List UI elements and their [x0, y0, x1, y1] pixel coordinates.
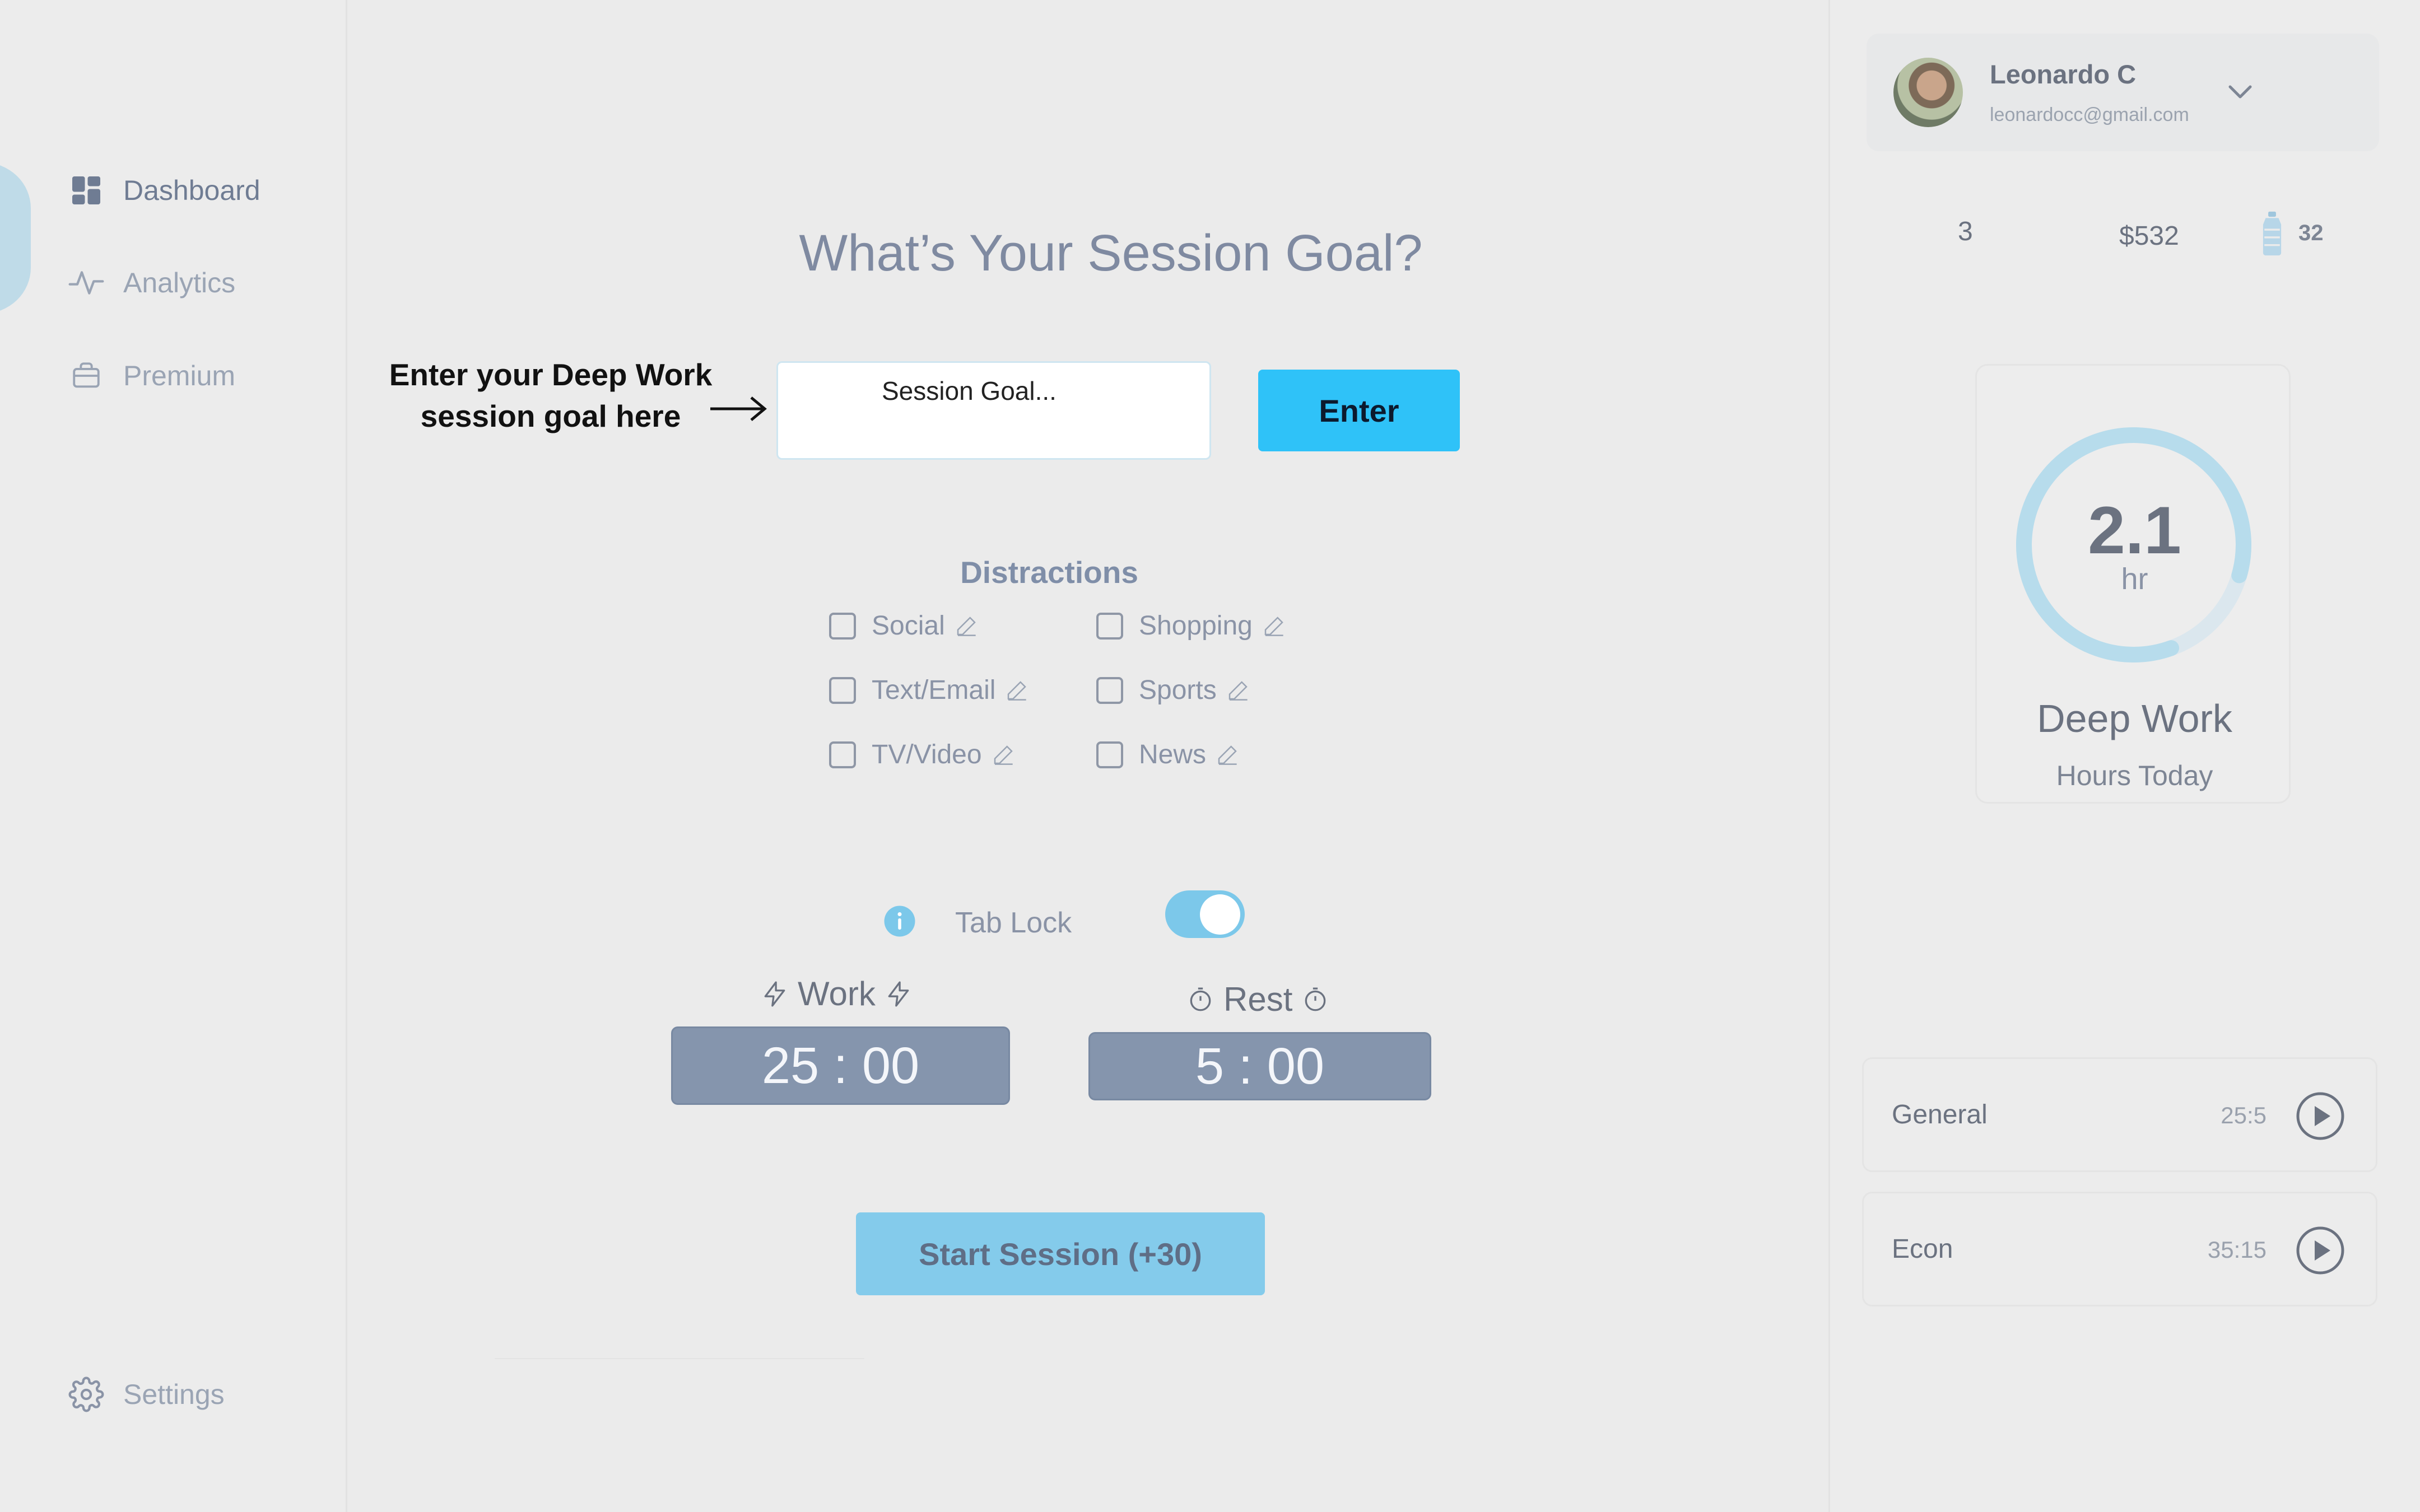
money-balance: $532: [2119, 221, 2179, 251]
distraction-label: Sports: [1139, 675, 1217, 705]
deep-work-value: 2.1: [2088, 493, 2181, 568]
user-name: Leonardo C: [1990, 59, 2137, 89]
rest-label-text: Rest: [1223, 981, 1293, 1018]
sidebar-item-settings[interactable]: Settings: [68, 1375, 225, 1414]
deep-work-card: 2.1 hr Deep Work Hours Today: [1975, 364, 2291, 804]
chevron-down-icon[interactable]: [2224, 81, 2256, 104]
sidebar-item-label: Dashboard: [123, 175, 260, 206]
distractions-title: Distractions: [960, 555, 1138, 590]
distraction-social[interactable]: Social: [829, 610, 978, 641]
sidebar: Dashboard Analytics Premium Settings: [0, 0, 347, 1512]
distraction-label: Social: [872, 611, 945, 641]
session-time: 25:5: [2221, 1102, 2267, 1128]
checkbox[interactable]: [829, 612, 856, 640]
session-name: Econ: [1892, 1234, 1953, 1264]
pencil-icon[interactable]: [1227, 679, 1249, 702]
session-name: General: [1892, 1100, 1988, 1130]
distraction-label: TV/Video: [872, 740, 982, 769]
distraction-text-email[interactable]: Text/Email: [829, 675, 1028, 706]
distraction-label: Text/Email: [872, 675, 996, 705]
dashboard-grid-icon: [68, 172, 104, 208]
distraction-label: News: [1139, 740, 1207, 769]
lightning-icon: [888, 981, 909, 1006]
checkbox[interactable]: [1096, 612, 1123, 640]
work-timer[interactable]: 25 : 00: [671, 1026, 1010, 1105]
stopwatch-icon: [1305, 987, 1326, 1011]
enter-button[interactable]: Enter: [1258, 370, 1460, 451]
toggle-knob: [1200, 894, 1240, 935]
gear-icon: [68, 1376, 104, 1412]
pencil-icon[interactable]: [955, 615, 978, 637]
tab-lock-toggle[interactable]: [1165, 890, 1245, 938]
play-icon[interactable]: [2296, 1226, 2345, 1275]
user-email: leonardocc@gmail.com: [1990, 104, 2189, 125]
deep-work-subtitle: Hours Today: [2056, 760, 2213, 791]
info-icon[interactable]: [883, 904, 916, 938]
briefcase-icon: [68, 358, 104, 394]
profile-card[interactable]: Leonardo C leonardocc@gmail.com: [1867, 34, 2379, 151]
streak-count: 3: [1958, 217, 1973, 246]
tab-lock-label: Tab Lock: [955, 907, 1072, 939]
checkbox[interactable]: [1096, 676, 1123, 704]
active-indicator: [0, 162, 31, 314]
deep-work-unit: hr: [2121, 562, 2148, 596]
rest-label: Rest: [1186, 980, 1329, 1019]
session-goal-input[interactable]: [776, 361, 1211, 460]
pencil-icon[interactable]: [992, 744, 1014, 766]
distraction-sports[interactable]: Sports: [1096, 675, 1249, 706]
session-time: 35:15: [2207, 1236, 2267, 1263]
sidebar-item-label: Analytics: [123, 267, 236, 298]
divider: [495, 1358, 864, 1359]
session-item-general[interactable]: General 25:5: [1862, 1057, 2377, 1172]
checkbox[interactable]: [829, 741, 856, 768]
rest-timer[interactable]: 5 : 00: [1088, 1032, 1431, 1100]
distraction-news[interactable]: News: [1096, 739, 1239, 770]
water-count: 32: [2298, 221, 2324, 245]
start-session-button[interactable]: Start Session (+30): [856, 1212, 1265, 1295]
pencil-icon[interactable]: [1006, 679, 1028, 702]
distraction-label: Shopping: [1139, 611, 1253, 641]
pencil-icon[interactable]: [1216, 744, 1239, 766]
session-item-econ[interactable]: Econ 35:15: [1862, 1192, 2377, 1306]
deep-work-title: Deep Work: [2037, 697, 2232, 740]
activity-icon: [68, 265, 104, 301]
sidebar-item-label: Premium: [123, 360, 236, 391]
work-label: Work: [761, 974, 913, 1013]
checkbox[interactable]: [829, 676, 856, 704]
lightning-icon: [764, 981, 785, 1006]
distraction-shopping[interactable]: Shopping: [1096, 610, 1285, 641]
avatar: [1893, 58, 1963, 127]
play-icon[interactable]: [2296, 1091, 2345, 1141]
goal-hint: Enter your Deep Work session goal here: [389, 357, 713, 433]
sidebar-item-premium[interactable]: Premium: [68, 356, 235, 395]
arrow-right-icon: [710, 396, 767, 421]
pencil-icon[interactable]: [1263, 615, 1285, 637]
main-panel: What’s Your Session Goal? Enter your Dee…: [349, 0, 1828, 1512]
sidebar-item-dashboard[interactable]: Dashboard: [68, 171, 260, 210]
work-label-text: Work: [798, 975, 876, 1012]
distraction-tv-video[interactable]: TV/Video: [829, 739, 1014, 770]
stopwatch-icon: [1190, 987, 1211, 1011]
sidebar-item-analytics[interactable]: Analytics: [68, 263, 235, 302]
sidebar-item-label: Settings: [123, 1379, 225, 1410]
page-title: What’s Your Session Goal?: [799, 225, 1423, 282]
water-bottle-icon: [2263, 211, 2282, 256]
checkbox[interactable]: [1096, 741, 1123, 768]
